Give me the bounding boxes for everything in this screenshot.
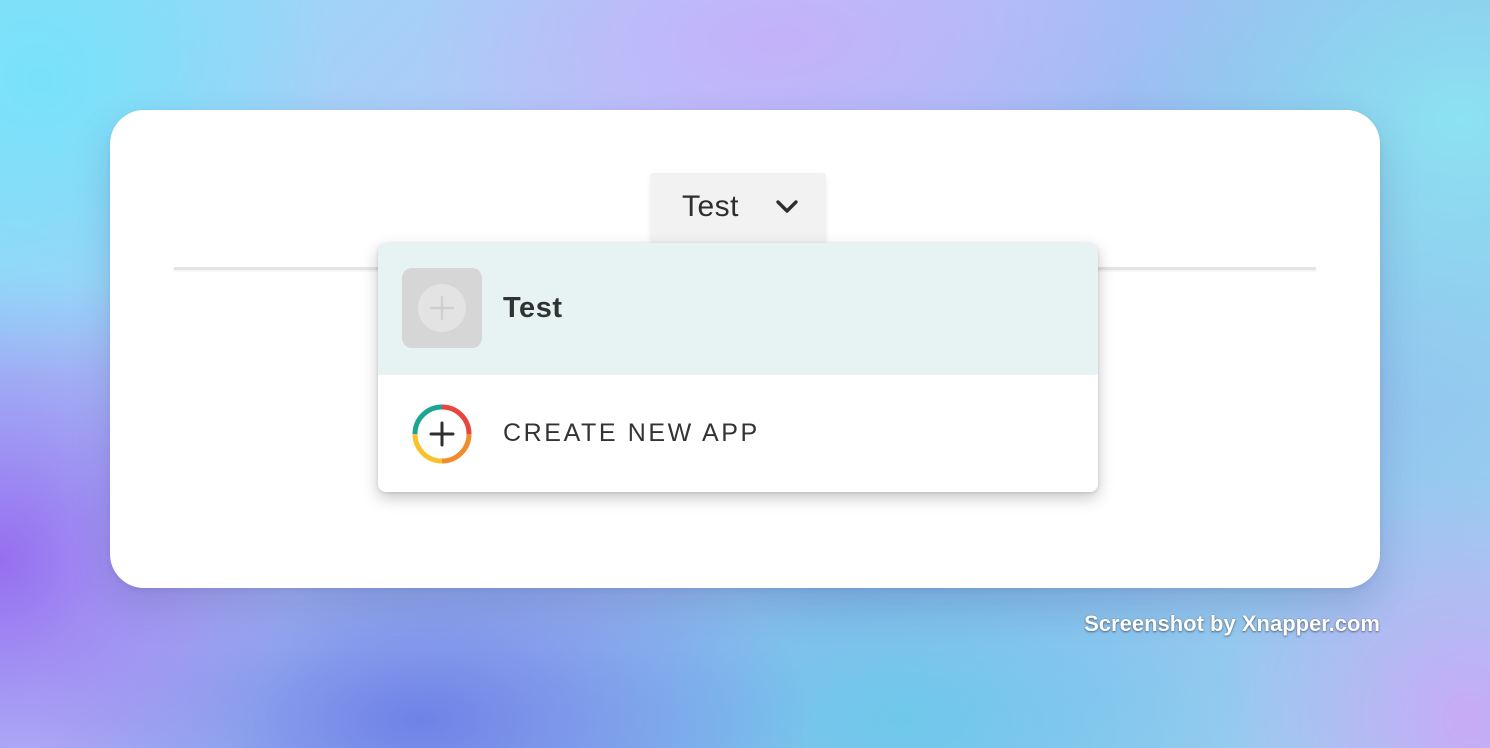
app-selector-label: Test [682,190,740,223]
dropdown-item-label: Test [503,292,563,324]
plus-icon [418,284,466,332]
app-dropdown-menu: Test CREATE NEW APP [378,243,1098,492]
create-new-app-button[interactable]: CREATE NEW APP [378,375,1098,492]
app-card: Test Test CREATE NEW APP [110,110,1380,588]
chevron-down-icon [773,195,801,219]
plus-circle-icon [410,402,474,466]
create-new-app-label: CREATE NEW APP [503,419,760,447]
app-icon-tile [402,268,482,348]
app-selector-button[interactable]: Test [650,173,826,243]
dropdown-item-test-app[interactable]: Test [378,243,1098,374]
watermark-text: Screenshot by Xnapper.com [1084,611,1380,636]
